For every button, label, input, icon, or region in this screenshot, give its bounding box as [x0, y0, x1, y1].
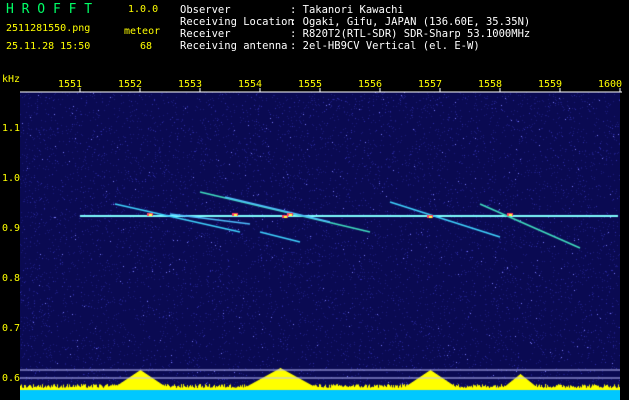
freq-label: 1.1: [2, 123, 21, 134]
freq-label: 0.9: [2, 223, 21, 234]
freq-label: 0.6: [2, 373, 21, 384]
spectrogram-plot: [20, 92, 620, 400]
time-axis-ruler: [20, 88, 622, 93]
freq-label: 0.7: [2, 323, 21, 334]
freq-label: 1.0: [2, 173, 21, 184]
freq-label: 0.8: [2, 273, 21, 284]
